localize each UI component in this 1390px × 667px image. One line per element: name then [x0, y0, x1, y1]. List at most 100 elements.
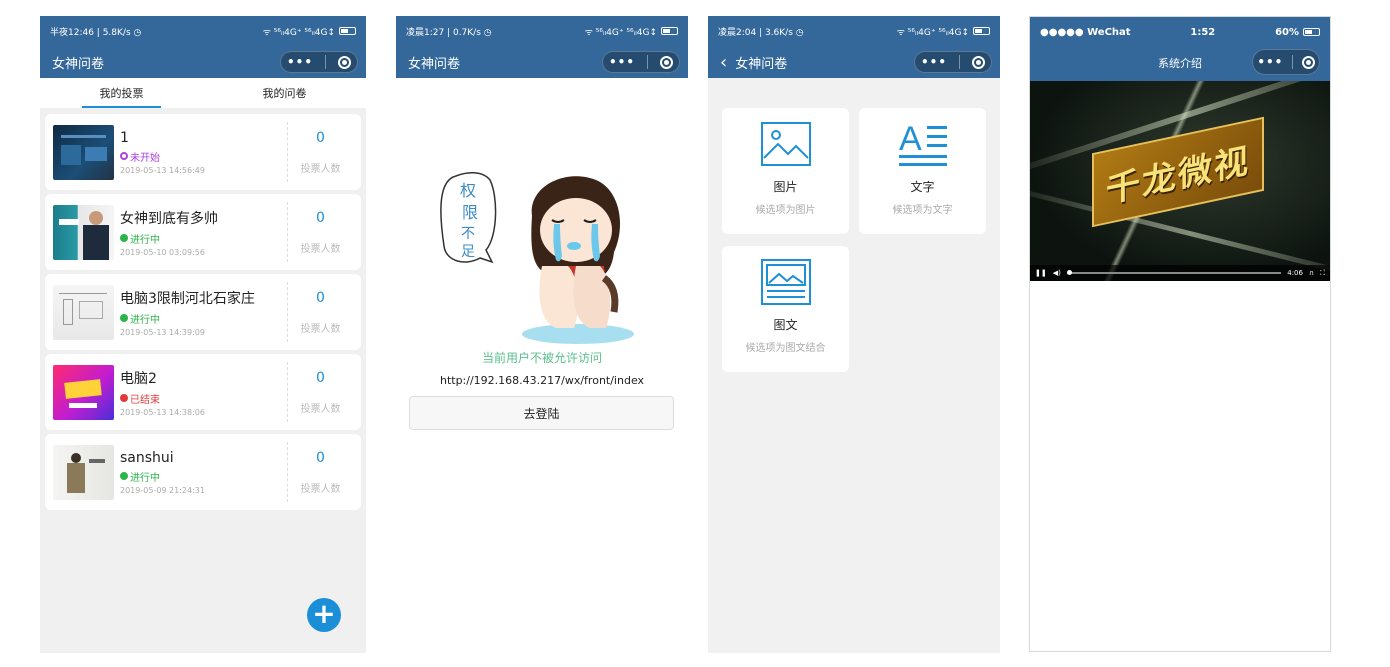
- header-bar: 凌晨1:27 | 0.7K/s ◷ ᯤ ⁵⁶ᵢₗ4G⁺ ⁵⁶ᵢₗ4G↕ 女神问卷…: [396, 16, 688, 78]
- text-icon: A: [898, 120, 947, 166]
- option-desc: 候选项为图文结合: [745, 343, 826, 354]
- option-name: 图文: [773, 318, 798, 332]
- status-text: 未开始: [130, 152, 160, 164]
- status-dot-icon: [120, 152, 128, 160]
- tab-my-votes[interactable]: 我的投票: [40, 78, 203, 108]
- item-title: sanshui: [120, 449, 174, 466]
- item-date: 2019-05-13 14:38:06: [120, 407, 205, 417]
- signal-icons: ᯤ ⁵⁶ᵢₗ4G⁺ ⁵⁶ᵢₗ4G↕: [896, 27, 969, 38]
- item-title: 电脑3限制河北石家庄: [120, 290, 255, 307]
- thumbnail-image: [53, 204, 114, 260]
- vote-count: 0: [316, 449, 325, 466]
- item-date: 2019-05-13 14:39:09: [120, 327, 205, 337]
- close-target-icon[interactable]: [337, 55, 351, 69]
- image-text-icon: [760, 259, 811, 305]
- vote-count: 0: [316, 129, 325, 146]
- more-icon[interactable]: •••: [287, 55, 313, 69]
- option-image-card[interactable]: 图片 候选项为图片: [722, 108, 849, 234]
- video-player[interactable]: 千龙微视 ❚❚ ◀) 4:06 ∩ ⛶: [1030, 81, 1330, 281]
- item-title: 女神到底有多帅: [120, 210, 218, 227]
- bubble-char: 限: [462, 203, 478, 222]
- access-denied-message: 当前用户不被允许访问: [481, 351, 602, 365]
- status-text: 已结束: [130, 394, 160, 406]
- image-icon: [760, 122, 811, 166]
- progress-slider[interactable]: [1066, 270, 1282, 275]
- pause-icon[interactable]: ❚❚: [1035, 269, 1047, 277]
- crying-girl-illustration: 权 限 不 足: [440, 172, 634, 344]
- fullscreen-icon[interactable]: ⛶: [1320, 269, 1325, 278]
- status-text: 进行中: [130, 472, 160, 484]
- close-target-icon[interactable]: [659, 55, 673, 69]
- option-text-card[interactable]: A 文字 候选项为文字: [859, 108, 986, 234]
- more-icon[interactable]: •••: [1257, 55, 1283, 69]
- bubble-char: 权: [460, 181, 476, 200]
- login-button[interactable]: 去登陆: [409, 396, 674, 430]
- bubble-char: 不: [461, 226, 475, 242]
- header-bar: ●●●●● WeChat 1:52 60% 系统介绍 •••: [1030, 17, 1330, 81]
- tab-my-questionnaires[interactable]: 我的问卷: [203, 78, 366, 108]
- add-button[interactable]: +: [307, 598, 341, 632]
- video-controls: ❚❚ ◀) 4:06 ∩ ⛶: [1030, 265, 1330, 281]
- status-bar: 凌晨1:27 | 0.7K/s ◷ ᯤ ⁵⁶ᵢₗ4G⁺ ⁵⁶ᵢₗ4G↕: [396, 16, 688, 46]
- phone-access-denied: 凌晨1:27 | 0.7K/s ◷ ᯤ ⁵⁶ᵢₗ4G⁺ ⁵⁶ᵢₗ4G↕ 女神问卷…: [396, 16, 688, 653]
- vote-count-label: 投票人数: [300, 243, 341, 255]
- battery-percent: 60%: [1275, 26, 1299, 38]
- close-target-icon[interactable]: [1301, 55, 1315, 69]
- signal-icons: ᯤ ⁵⁶ᵢₗ4G⁺ ⁵⁶ᵢₗ4G↕: [584, 27, 657, 38]
- thumbnail-image: [53, 124, 114, 180]
- vote-count-label: 投票人数: [300, 403, 341, 415]
- item-title: 1: [120, 129, 129, 146]
- back-icon[interactable]: ‹: [720, 52, 727, 73]
- status-dot-icon: [120, 472, 128, 480]
- more-icon[interactable]: •••: [921, 55, 947, 69]
- option-name: 文字: [910, 180, 935, 194]
- status-text: 进行中: [130, 234, 160, 246]
- page-title: 系统介绍: [1158, 57, 1202, 70]
- status-bar: ●●●●● WeChat 1:52 60%: [1030, 17, 1330, 47]
- vote-list: 1 未开始 2019-05-13 14:56:49 0 投票人数 女神到底有多帅…: [40, 108, 366, 520]
- redirect-url: http://192.168.43.217/wx/front/index: [439, 374, 645, 387]
- mini-program-capsule: •••: [1252, 49, 1320, 75]
- status-dot-icon: [120, 234, 128, 242]
- phone-option-type: 凌晨2:04 | 3.6K/s ◷ ᯤ ⁵⁶ᵢₗ4G⁺ ⁵⁶ᵢₗ4G↕ ‹ 女神…: [708, 16, 1000, 653]
- vote-count-label: 投票人数: [300, 323, 341, 335]
- vote-count: 0: [316, 289, 325, 306]
- battery-icon: [973, 27, 990, 35]
- option-desc: 候选项为文字: [892, 205, 953, 216]
- thumbnail-image: [53, 364, 114, 420]
- status-time: 1:52: [1190, 26, 1216, 38]
- svg-text:A: A: [899, 120, 922, 158]
- mini-program-capsule: •••: [280, 51, 358, 73]
- bubble-char: 足: [461, 244, 475, 260]
- list-item[interactable]: 电脑3限制河北石家庄 进行中 2019-05-13 14:39:09 0 投票人…: [45, 274, 361, 350]
- list-item[interactable]: 1 未开始 2019-05-13 14:56:49 0 投票人数: [45, 114, 361, 190]
- status-time: 凌晨1:27 | 0.7K/s ◷: [406, 27, 492, 38]
- item-title: 电脑2: [120, 370, 157, 387]
- list-item[interactable]: 女神到底有多帅 进行中 2019-05-10 03:09:56 0 投票人数: [45, 194, 361, 270]
- tab-bar: 我的投票 我的问卷: [40, 78, 366, 108]
- page-title: 女神问卷: [735, 56, 788, 72]
- option-image-text-card[interactable]: 图文 候选项为图文结合: [722, 246, 849, 372]
- header-bar: 凌晨2:04 | 3.6K/s ◷ ᯤ ⁵⁶ᵢₗ4G⁺ ⁵⁶ᵢₗ4G↕ ‹ 女神…: [708, 16, 1000, 78]
- status-dot-icon: [120, 314, 128, 322]
- phone-system-intro: ●●●●● WeChat 1:52 60% 系统介绍 ••• 千龙微视 ❚❚ ◀…: [1029, 16, 1331, 652]
- phone-my-votes: 半夜12:46 | 5.8K/s ◷ ᯤ ⁵⁶ᵢₗ4G⁺ ⁵⁶ᵢₗ4G↕ 女神问…: [40, 16, 366, 653]
- headphone-icon[interactable]: ∩: [1309, 269, 1314, 277]
- thumbnail-image: [53, 444, 114, 500]
- status-bar: 凌晨2:04 | 3.6K/s ◷ ᯤ ⁵⁶ᵢₗ4G⁺ ⁵⁶ᵢₗ4G↕: [708, 16, 1000, 46]
- close-target-icon[interactable]: [971, 55, 985, 69]
- battery-icon: [661, 27, 678, 35]
- status-bar: 半夜12:46 | 5.8K/s ◷ ᯤ ⁵⁶ᵢₗ4G⁺ ⁵⁶ᵢₗ4G↕: [40, 16, 366, 46]
- item-date: 2019-05-09 21:24:31: [120, 485, 205, 495]
- more-icon[interactable]: •••: [609, 55, 635, 69]
- volume-icon[interactable]: ◀): [1053, 269, 1061, 277]
- page-title: 女神问卷: [52, 56, 105, 72]
- vote-count: 0: [316, 209, 325, 226]
- header-bar: 半夜12:46 | 5.8K/s ◷ ᯤ ⁵⁶ᵢₗ4G⁺ ⁵⁶ᵢₗ4G↕ 女神问…: [40, 16, 366, 78]
- status-time: 凌晨2:04 | 3.6K/s ◷: [718, 27, 804, 38]
- status-dot-icon: [120, 394, 128, 402]
- list-item[interactable]: sanshui 进行中 2019-05-09 21:24:31 0 投票人数: [45, 434, 361, 510]
- video-title-text: 千龙微视: [1106, 140, 1250, 211]
- option-name: 图片: [773, 180, 798, 194]
- list-item[interactable]: 电脑2 已结束 2019-05-13 14:38:06 0 投票人数: [45, 354, 361, 430]
